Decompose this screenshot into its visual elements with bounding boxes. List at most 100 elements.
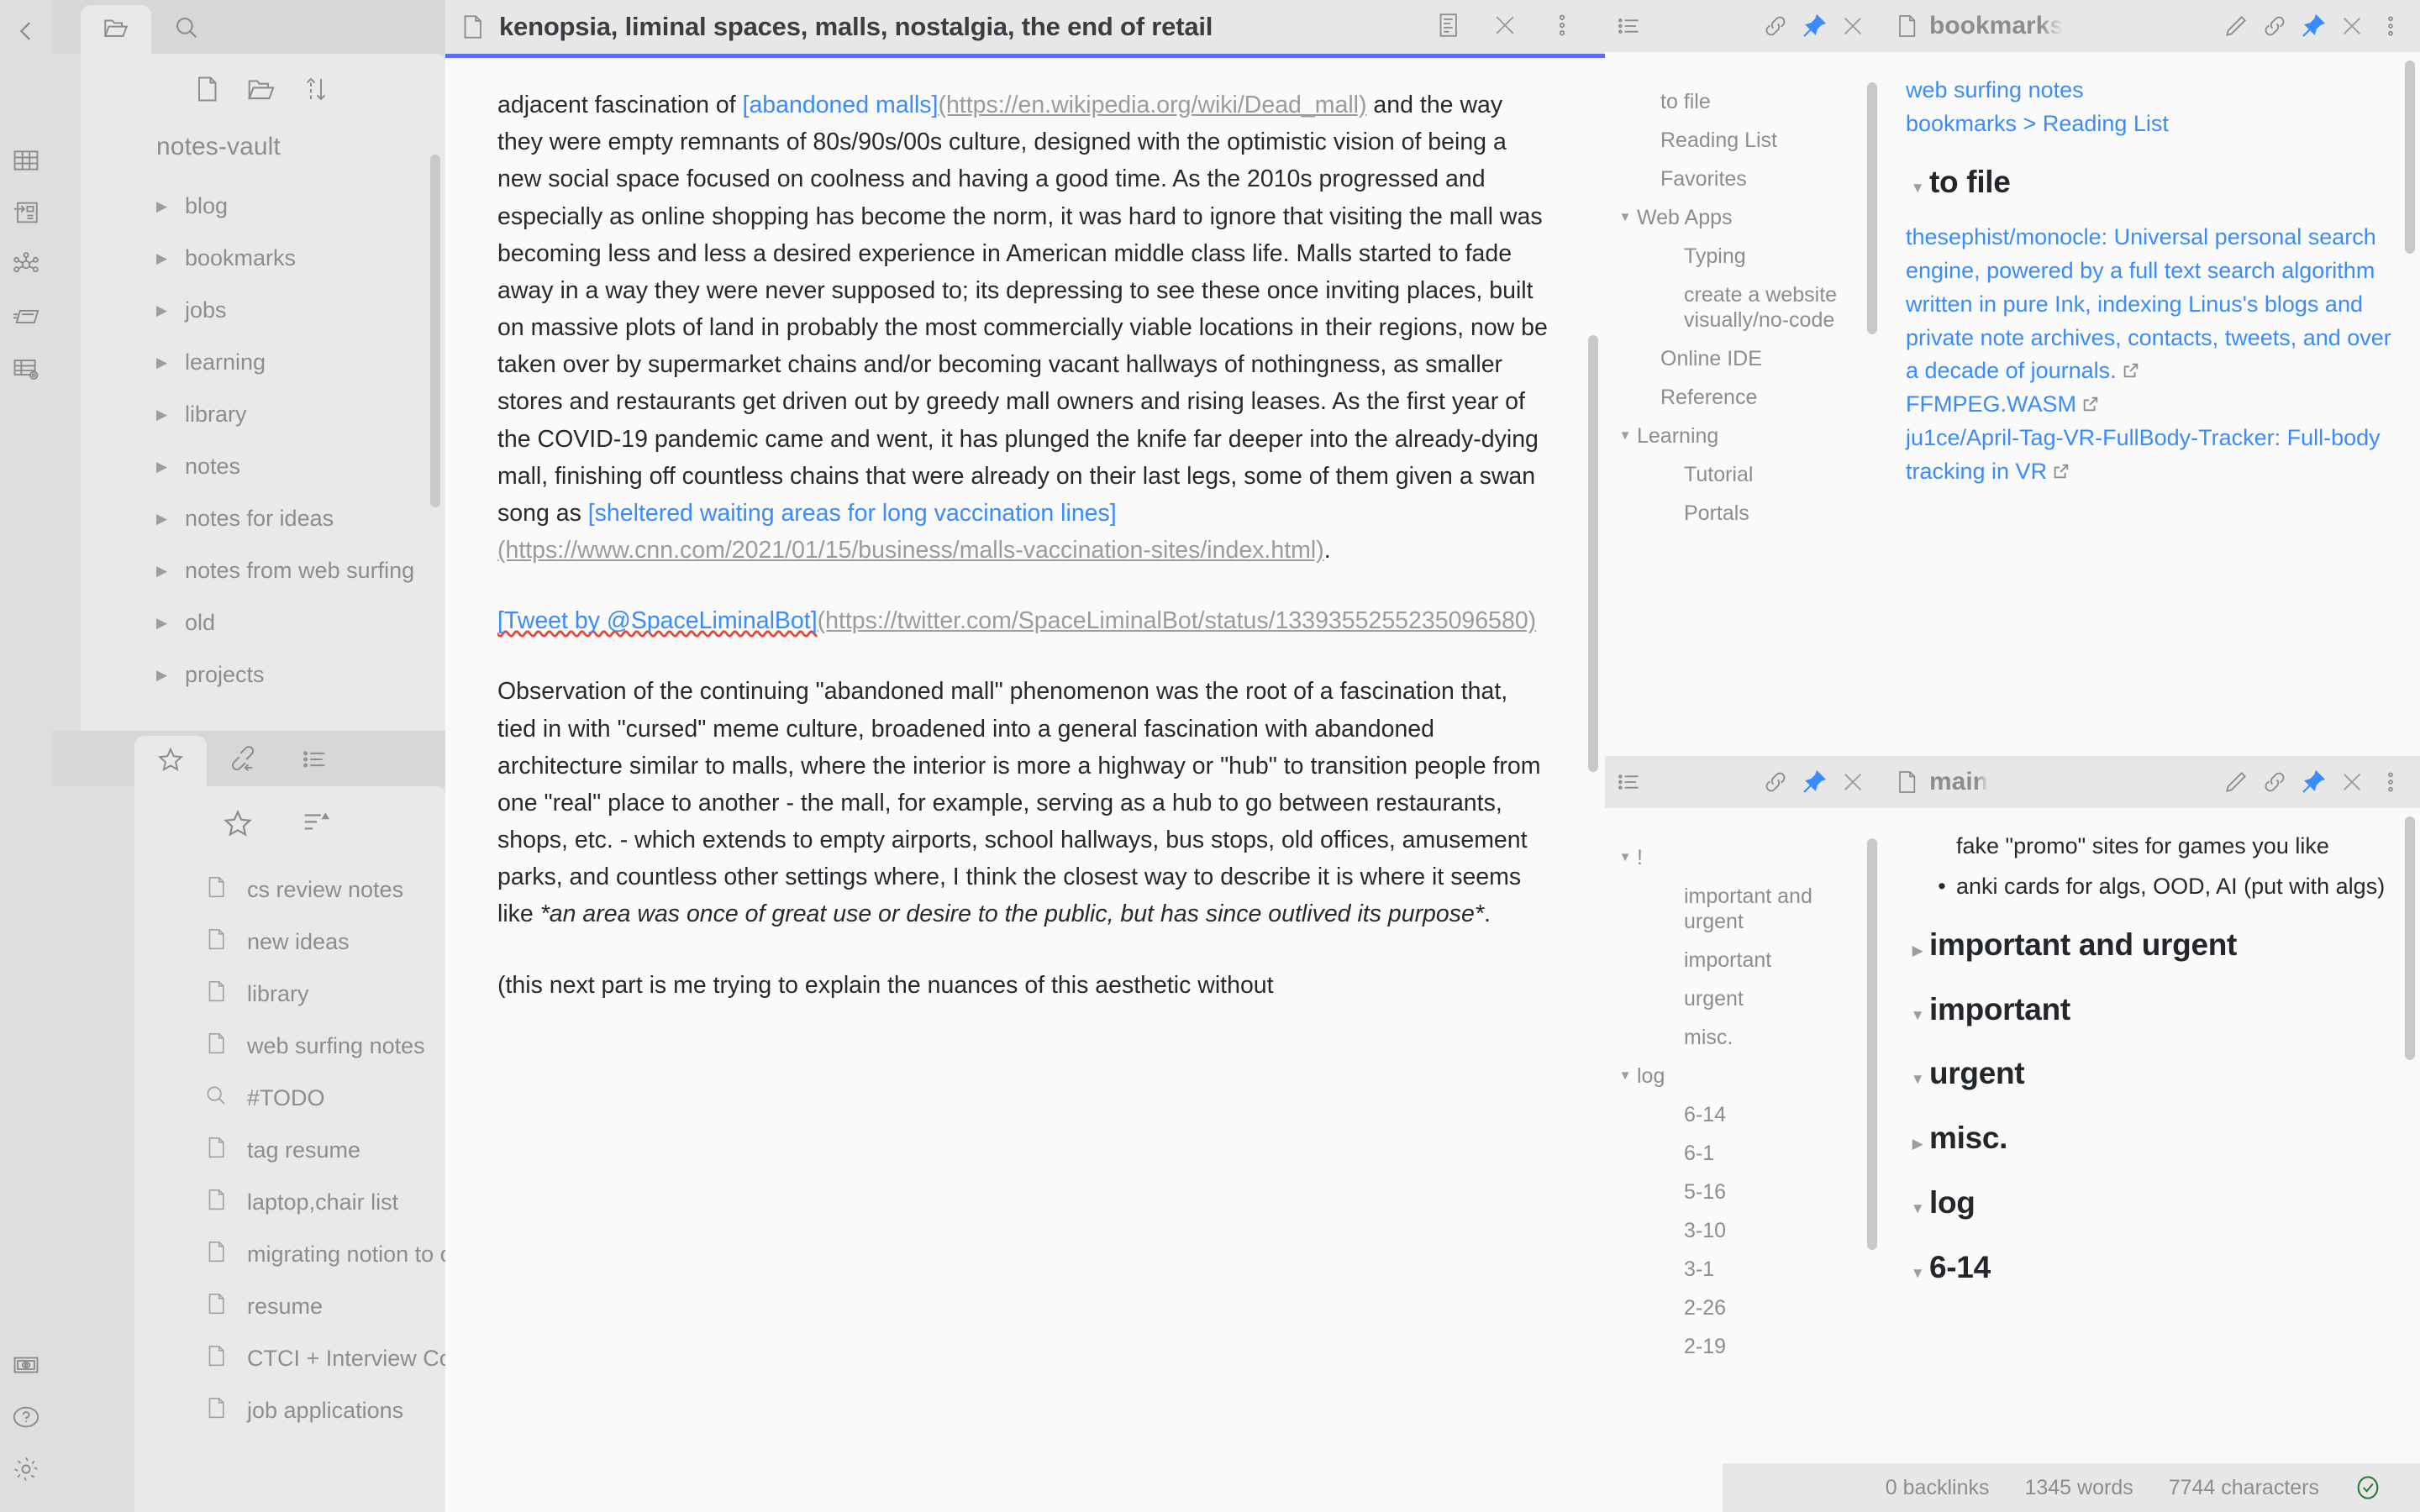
pin-icon[interactable]	[1795, 13, 1833, 39]
tree-folder-jobs[interactable]: ▶ jobs	[81, 284, 445, 336]
close-icon[interactable]	[2333, 769, 2371, 795]
pin-icon[interactable]	[2294, 13, 2333, 39]
outline-pane-bottom-body[interactable]: ▼! important and urgent important urgent mis…	[1605, 808, 1882, 1512]
bookmarks-heading-to-file[interactable]: ▼ to file	[1906, 160, 2400, 206]
starred-item[interactable]: job applications	[134, 1384, 445, 1436]
breadcrumb-web-surfing-notes[interactable]: web surfing notes	[1906, 74, 2400, 108]
outline-item[interactable]: urgent	[1605, 979, 1882, 1018]
starred-item[interactable]: web surfing notes	[134, 1020, 445, 1072]
bookmarks-scrollbar[interactable]	[2405, 60, 2415, 254]
sort-updown-icon[interactable]	[301, 74, 331, 108]
bookmark-link[interactable]: thesephist/monocle: Universal personal s…	[1906, 221, 2400, 389]
screenshot-icon[interactable]	[0, 1339, 52, 1391]
starred-item[interactable]: migrating notion to o...	[134, 1228, 445, 1280]
chevron-down-icon[interactable]: ▼	[1906, 1257, 1929, 1284]
starred-item[interactable]: tag resume	[134, 1124, 445, 1176]
starred-item[interactable]: CTCI + Interview Co...	[134, 1332, 445, 1384]
outline-item[interactable]: 2-19	[1605, 1327, 1882, 1366]
tree-folder-projects[interactable]: ▶ projects	[81, 648, 445, 701]
editor-body[interactable]: adjacent fascination of [abandoned malls…	[445, 54, 1605, 1512]
chevron-right-icon[interactable]: ▶	[156, 199, 178, 213]
sidebar-item-outline[interactable]	[279, 736, 351, 786]
sort-starred-button[interactable]	[301, 807, 333, 843]
chevron-down-icon[interactable]: ▼	[1906, 172, 1929, 198]
more-vertical-icon[interactable]	[1548, 11, 1576, 44]
link-abandoned-malls[interactable]: [abandoned malls]	[743, 92, 939, 118]
main-heading[interactable]: ▼ log	[1906, 1180, 2400, 1226]
chevron-right-icon[interactable]: ▶	[156, 355, 178, 370]
tree-folder-library[interactable]: ▶ library	[81, 388, 445, 440]
url-abandoned-malls[interactable]: (https://en.wikipedia.org/wiki/Dead_mall…	[938, 92, 1366, 118]
link-icon[interactable]	[1756, 769, 1795, 795]
chevron-down-icon[interactable]: ▼	[1613, 1063, 1637, 1084]
tree-folder-notes[interactable]: ▶ notes	[81, 440, 445, 492]
close-icon[interactable]	[1833, 13, 1872, 39]
link-vaccination[interactable]: [sheltered waiting areas for long vaccin…	[588, 500, 1117, 527]
starred-item[interactable]: cs review notes	[134, 864, 445, 916]
outline-item[interactable]: create a website visually/no-code	[1605, 276, 1882, 339]
outline-item[interactable]: Portals	[1605, 494, 1882, 533]
tree-folder-blog[interactable]: ▶ blog	[81, 180, 445, 232]
tree-folder-learning[interactable]: ▶ learning	[81, 336, 445, 388]
collapse-left-icon[interactable]	[0, 5, 52, 57]
chevron-down-icon[interactable]: ▼	[1613, 845, 1637, 865]
outline-item[interactable]: 6-14	[1605, 1095, 1882, 1134]
chevron-right-icon[interactable]: ▶	[156, 459, 178, 474]
new-file-button[interactable]	[192, 74, 222, 108]
outline-item[interactable]: Online IDE	[1605, 339, 1882, 378]
outline-item[interactable]: Tutorial	[1605, 455, 1882, 494]
url-tweet[interactable]: (https://twitter.com/SpaceLiminalBot/sta…	[818, 607, 1537, 634]
outline-panel-icon[interactable]	[0, 186, 52, 239]
pencil-icon[interactable]	[2217, 13, 2255, 39]
main-heading[interactable]: ▼ important	[1906, 987, 2400, 1033]
link-icon[interactable]	[2255, 13, 2294, 39]
outline-item[interactable]: to file	[1605, 82, 1882, 121]
chevron-right-icon[interactable]: ▶	[156, 668, 178, 682]
add-star-button[interactable]	[222, 807, 254, 843]
outline-item[interactable]: 2-26	[1605, 1289, 1882, 1327]
markdown-content[interactable]: adjacent fascination of [abandoned malls…	[445, 58, 1605, 1004]
main-heading[interactable]: ▶ misc.	[1906, 1116, 2400, 1162]
main-pane-body[interactable]: fake "promo" sites for games you like • …	[1882, 808, 2420, 1512]
card-stack-icon[interactable]	[0, 291, 52, 343]
link-tweet[interactable]: [Tweet by @SpaceLiminalBot]	[497, 607, 818, 634]
main-heading[interactable]: ▼ 6-14	[1906, 1245, 2400, 1291]
outline-item[interactable]: important	[1605, 941, 1882, 979]
outline-item[interactable]: ▼ Learning	[1605, 417, 1882, 455]
starred-item[interactable]: laptop,chair list	[134, 1176, 445, 1228]
outline-item[interactable]: Typing	[1605, 237, 1882, 276]
outline-pane-top-body[interactable]: to file Reading List Favorites ▼ Web Apps Typ…	[1605, 52, 1882, 756]
tree-folder-bookmarks[interactable]: ▶ bookmarks	[81, 232, 445, 284]
outline-item[interactable]: 3-1	[1605, 1250, 1882, 1289]
explorer-scrollbar[interactable]	[430, 155, 440, 507]
bookmark-link[interactable]: ju1ce/April-Tag-VR-FullBody-Tracker: Ful…	[1906, 422, 2400, 489]
chevron-down-icon[interactable]: ▼	[1613, 423, 1637, 444]
reading-view-icon[interactable]	[1434, 11, 1462, 44]
outline-icon[interactable]	[1610, 769, 1649, 795]
close-icon[interactable]	[1833, 769, 1872, 795]
outline-item[interactable]: 6-1	[1605, 1134, 1882, 1173]
chevron-down-icon[interactable]: ▼	[1906, 1193, 1929, 1219]
link-icon[interactable]	[1756, 13, 1795, 39]
sidebar-item-files[interactable]	[81, 5, 151, 54]
outline-item[interactable]: Reference	[1605, 378, 1882, 417]
close-icon[interactable]	[1491, 11, 1519, 44]
chevron-right-icon[interactable]: ▶	[156, 303, 178, 318]
outline-top-scrollbar[interactable]	[1867, 82, 1877, 334]
sync-ok-icon[interactable]	[2354, 1474, 2381, 1501]
main-scrollbar[interactable]	[2405, 816, 2415, 1060]
outline-item[interactable]: ▼!	[1605, 838, 1882, 877]
pin-icon[interactable]	[2294, 769, 2333, 795]
outline-bottom-scrollbar[interactable]	[1867, 838, 1877, 1250]
chevron-down-icon[interactable]: ▼	[1906, 1000, 1929, 1026]
chevron-right-icon[interactable]: ▶	[156, 512, 178, 526]
table-icon[interactable]	[0, 134, 52, 186]
new-folder-button[interactable]	[245, 73, 277, 109]
more-vertical-icon[interactable]	[2371, 769, 2410, 795]
tree-folder-old[interactable]: ▶ old	[81, 596, 445, 648]
bookmarks-pane-body[interactable]: web surfing notes bookmarks > Reading Li…	[1882, 52, 2420, 756]
table-settings-icon[interactable]	[0, 343, 52, 395]
more-vertical-icon[interactable]	[2371, 13, 2410, 39]
bookmark-link[interactable]: FFMPEG.WASM	[1906, 388, 2400, 422]
breadcrumb[interactable]: bookmarks > Reading List	[1906, 108, 2400, 141]
